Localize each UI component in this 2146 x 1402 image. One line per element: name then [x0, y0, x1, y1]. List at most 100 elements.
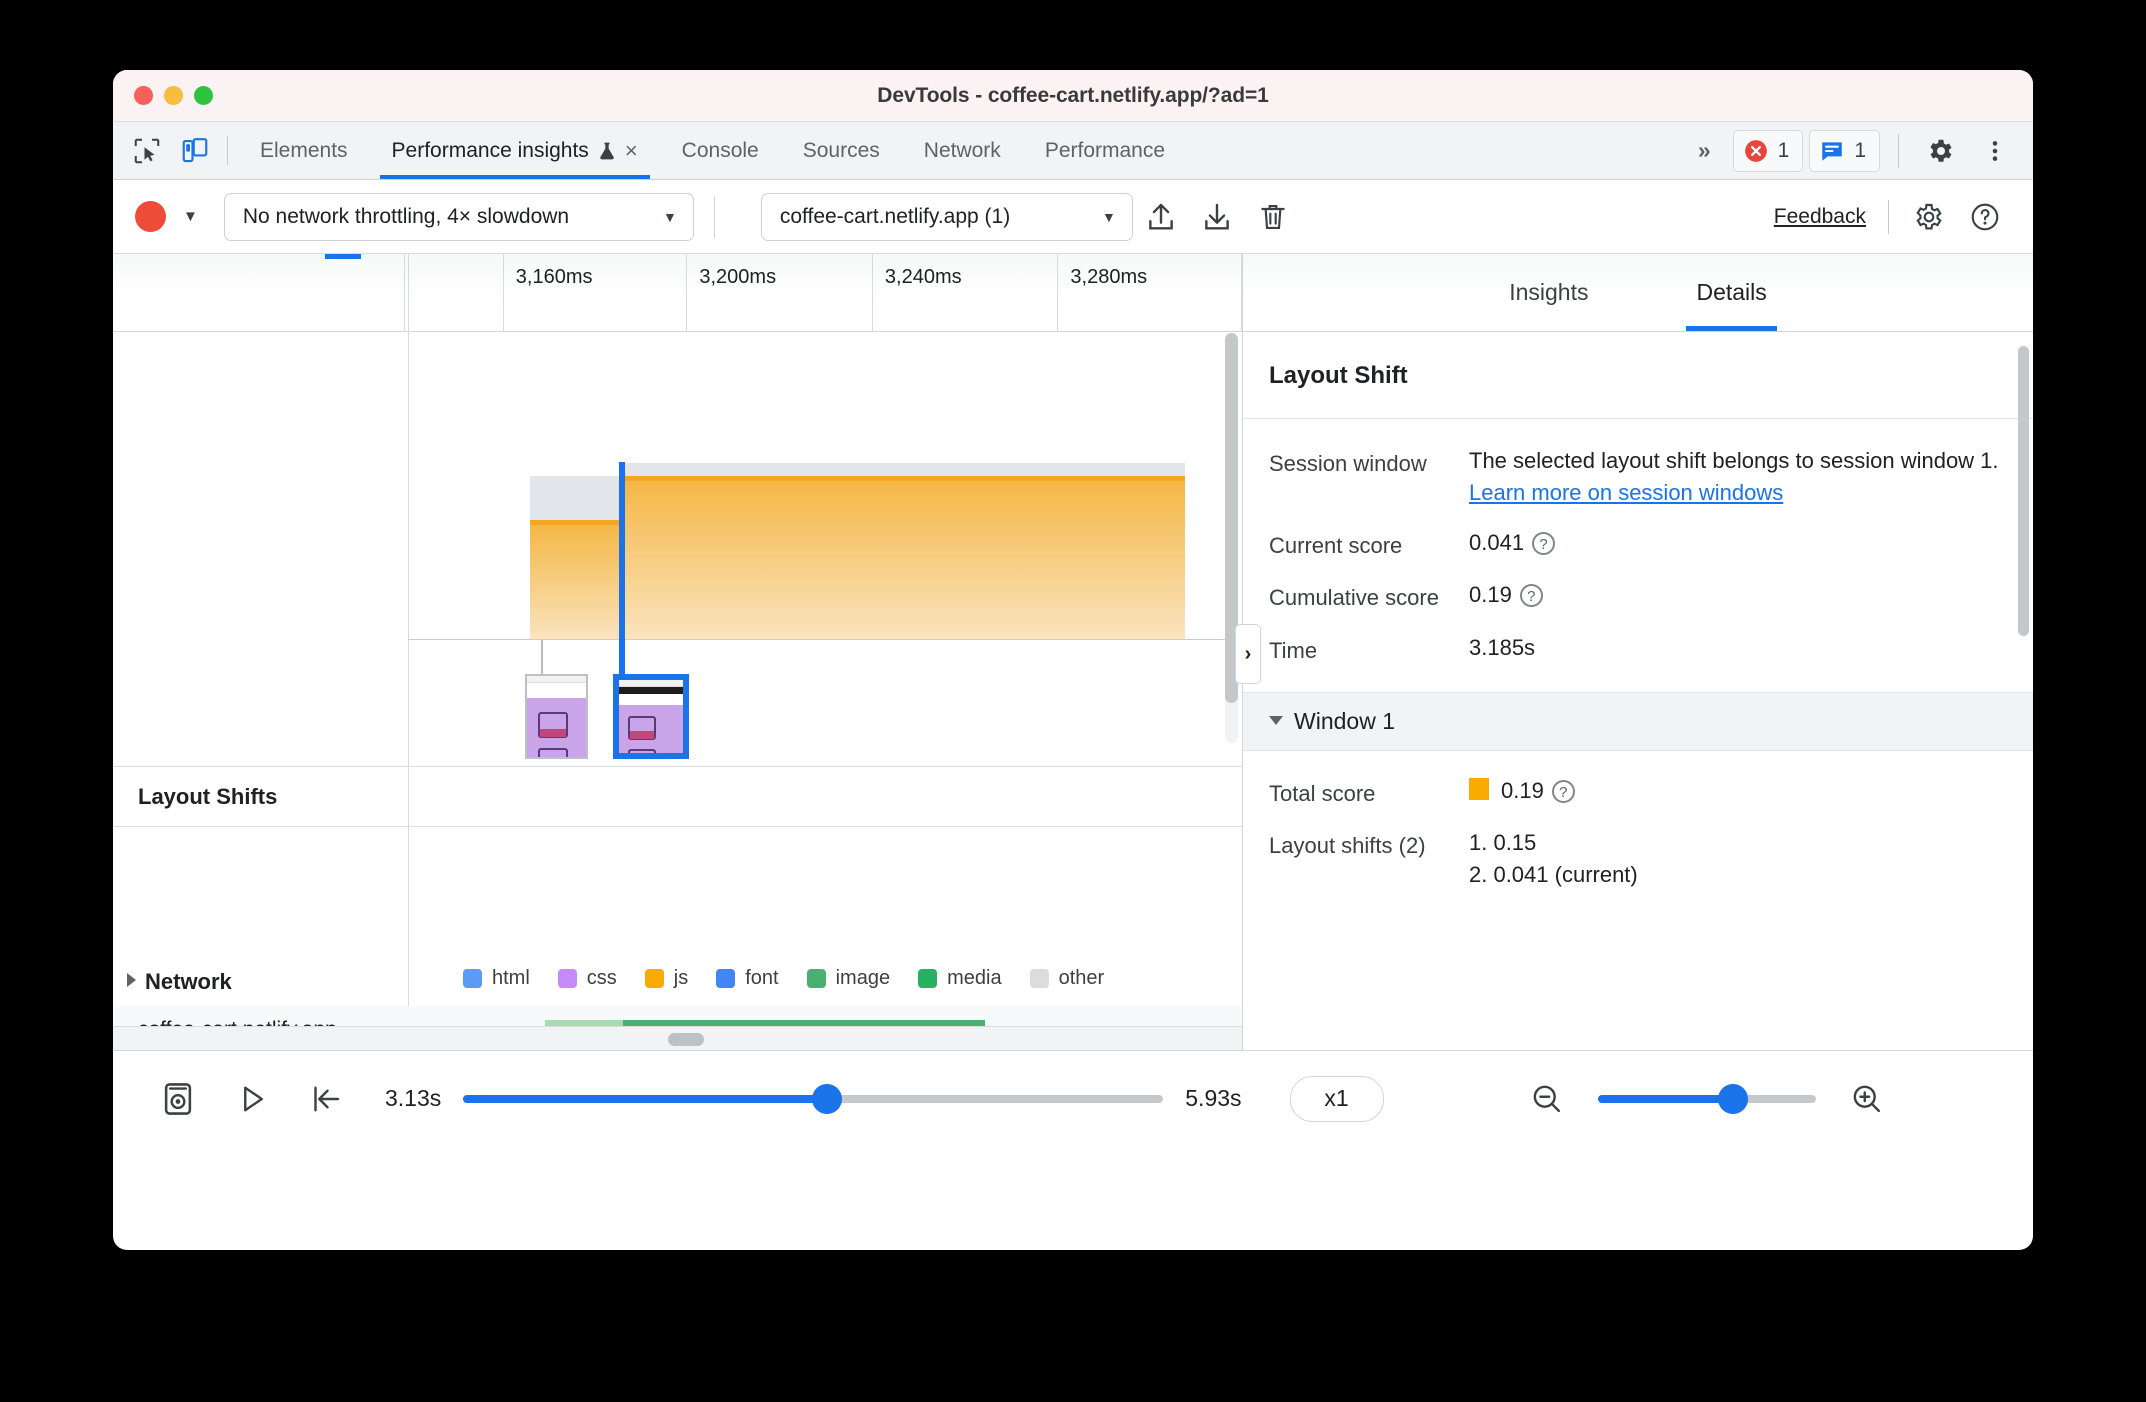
detail-value-cumulative-score: 0.19?	[1469, 579, 2011, 613]
track-label-layout-shifts[interactable]: Layout Shifts	[138, 784, 277, 810]
detail-row-layout-shifts: Layout shifts (2) 1. 0.15 2. 0.041 (curr…	[1243, 827, 2033, 891]
timeline-horizontal-scroll-thumb[interactable]	[668, 1033, 704, 1046]
throttling-select[interactable]: No network throttling, 4× slowdown ▼	[223, 192, 694, 241]
toggle-device-toolbar-button[interactable]	[171, 122, 219, 179]
zoom-slider[interactable]	[1597, 1083, 1816, 1114]
playback-speed-chip[interactable]: x1	[1289, 1075, 1384, 1122]
screenshot-2-content	[619, 704, 683, 753]
tab-insights-label: Insights	[1509, 279, 1589, 305]
layout-shift-entry-2[interactable]: 2. 0.041 (current)	[1469, 859, 2011, 891]
record-button[interactable]	[135, 201, 166, 232]
ruler-cell-spacer	[405, 254, 504, 331]
play-button[interactable]	[215, 1081, 289, 1117]
filmstrip-toggle-button[interactable]	[141, 1080, 215, 1118]
tab-elements[interactable]: Elements	[238, 122, 370, 179]
throttling-value: No network throttling, 4× slowdown	[242, 204, 570, 228]
record-options-caret[interactable]: ▼	[183, 208, 198, 225]
tab-network[interactable]: Network	[902, 122, 1023, 179]
sidebar-scrollbar-thumb[interactable]	[2018, 346, 2029, 636]
timeline-horizontal-scrollbar[interactable]	[113, 1026, 1242, 1050]
screenshot-2-header	[619, 693, 683, 705]
actions-divider	[1898, 133, 1899, 168]
playback-toolbar: 3.13s 5.93s x1	[113, 1050, 2033, 1146]
tab-elements-label: Elements	[260, 138, 348, 162]
layout-shift-bar-2[interactable]	[622, 476, 1185, 640]
close-tab-icon[interactable]: ×	[625, 139, 638, 162]
legend-label-html: html	[492, 967, 530, 989]
tab-performance[interactable]: Performance	[1023, 122, 1187, 179]
gear-icon-toolbar	[1916, 203, 1942, 230]
help-icon-total-score[interactable]: ?	[1551, 779, 1575, 803]
layout-shift-entry-1[interactable]: 1. 0.15	[1469, 827, 2011, 859]
filmstrip-icon	[164, 1082, 192, 1115]
jump-to-start-button[interactable]	[289, 1081, 363, 1117]
upload-icon	[1149, 203, 1173, 230]
feedback-link[interactable]: Feedback	[1774, 205, 1866, 229]
timeline-ruler[interactable]: 3,160ms 3,200ms 3,240ms 3,280ms	[113, 254, 1242, 332]
cumulative-score-value: 0.19	[1469, 582, 1512, 608]
upload-button[interactable]	[1133, 200, 1189, 234]
settings-button[interactable]	[1917, 136, 1965, 166]
error-count: 1	[1777, 138, 1790, 162]
zoom-out-button[interactable]	[1510, 1081, 1584, 1117]
tab-performance-insights-label: Performance insights	[391, 138, 589, 162]
device-toolbar-icon	[182, 137, 208, 162]
help-icon-cumulative-score[interactable]: ?	[1519, 584, 1543, 608]
tab-performance-insights[interactable]: Performance insights ×	[370, 122, 660, 179]
detail-key-layout-shifts: Layout shifts (2)	[1269, 833, 1426, 859]
zoom-in-button[interactable]	[1830, 1081, 1904, 1117]
chevron-down-icon: ▼	[663, 208, 677, 225]
tab-details[interactable]: Details	[1686, 254, 1778, 331]
detail-value-layout-shifts: 1. 0.15 2. 0.041 (current)	[1469, 827, 2011, 891]
details-panel-title: Layout Shift	[1243, 332, 2033, 419]
legend-swatch-font	[716, 969, 736, 988]
zoom-slider-knob[interactable]	[1717, 1083, 1748, 1114]
sidebar-toggle-handle[interactable]: ›	[1235, 624, 1261, 684]
devtools-tab-strip: Elements Performance insights × Console …	[113, 122, 2033, 180]
playback-slider[interactable]	[463, 1083, 1164, 1114]
tab-details-label: Details	[1696, 279, 1767, 305]
tab-console[interactable]: Console	[660, 122, 781, 179]
layout-shift-screenshot-2-selected[interactable]	[613, 674, 689, 759]
timeline-marker	[325, 254, 361, 259]
skip-to-start-icon	[314, 1086, 340, 1111]
zoom-in-icon	[1853, 1085, 1880, 1112]
tab-strip-divider	[227, 136, 228, 165]
legend-swatch-html	[463, 969, 482, 988]
track-label-network[interactable]: Network	[127, 969, 232, 995]
screenshot-2-ad-banner	[619, 686, 683, 694]
error-count-badge[interactable]: 1	[1732, 129, 1804, 172]
download-button[interactable]	[1189, 200, 1245, 234]
track-divider-layout-shifts	[113, 766, 1242, 767]
window-1-rows: Total score 0.19? Layout shifts (2) 1. 0…	[1243, 751, 2033, 909]
inspect-element-button[interactable]	[123, 122, 171, 179]
selected-shift-playhead	[619, 462, 625, 675]
playback-slider-knob[interactable]	[812, 1083, 843, 1114]
devtools-window: DevTools - coffee-cart.netlify.app/?ad=1…	[113, 70, 2033, 1250]
session-windows-link[interactable]: Learn more on session windows	[1469, 480, 1783, 505]
capture-settings-button[interactable]	[1901, 201, 1957, 233]
track-label-divider	[408, 254, 409, 1026]
screenshot-1-mug2	[538, 747, 568, 757]
layout-shift-screenshot-1[interactable]	[525, 674, 588, 759]
experiment-flask-icon	[600, 142, 614, 159]
window-title: DevTools - coffee-cart.netlify.app/?ad=1	[877, 83, 1269, 107]
more-options-button[interactable]	[1971, 137, 2019, 165]
tab-strip-actions: » 1 1	[1682, 122, 2033, 179]
help-button[interactable]	[1957, 201, 2013, 233]
layout-shift-bar-1[interactable]	[530, 520, 622, 640]
more-tabs-icon[interactable]: »	[1682, 137, 1727, 164]
tab-insights[interactable]: Insights	[1503, 254, 1594, 331]
target-select[interactable]: coffee-cart.netlify.app (1) ▼	[760, 192, 1133, 241]
info-count: 1	[1854, 138, 1866, 162]
tab-sources[interactable]: Sources	[781, 122, 902, 179]
window-1-section-header[interactable]: Window 1	[1243, 691, 2033, 751]
clear-recording-button[interactable]	[1245, 200, 1301, 234]
ruler-cell-0	[113, 254, 406, 331]
performance-toolbar: ▼ No network throttling, 4× slowdown ▼ c…	[113, 180, 2033, 254]
help-icon-current-score[interactable]: ?	[1532, 531, 1556, 555]
timeline-flamechart[interactable]: 3,160ms 3,200ms 3,240ms 3,280ms Layout S…	[113, 254, 1243, 1050]
detail-value-session-window: The selected layout shift belongs to ses…	[1469, 445, 2011, 509]
info-count-badge[interactable]: 1	[1809, 129, 1880, 172]
screenshot-1-coffee	[540, 728, 566, 737]
